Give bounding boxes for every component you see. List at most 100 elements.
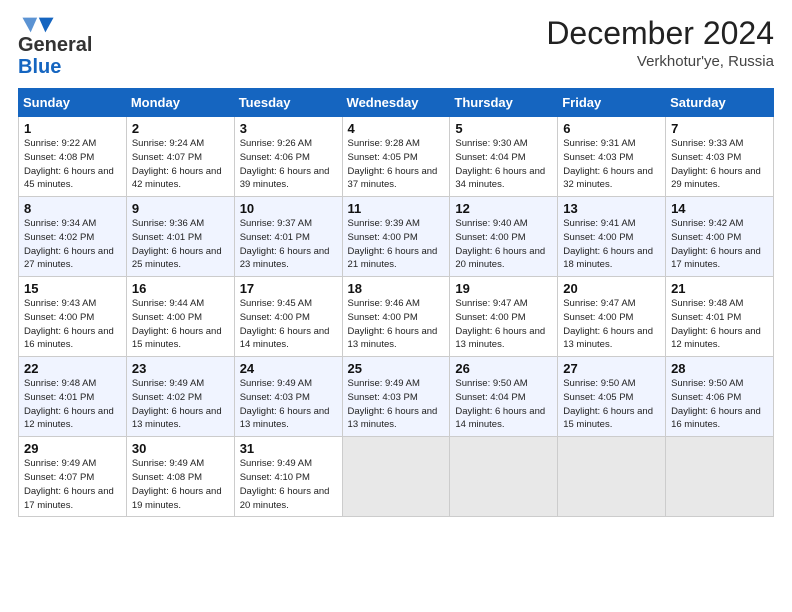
weekday-header-sunday: Sunday	[19, 89, 127, 117]
day-number: 6	[563, 121, 660, 136]
calendar-header: SundayMondayTuesdayWednesdayThursdayFrid…	[19, 89, 774, 117]
calendar-cell: 9Sunrise: 9:36 AMSunset: 4:01 PMDaylight…	[126, 197, 234, 277]
day-info: Sunrise: 9:49 AMSunset: 4:03 PMDaylight:…	[240, 377, 337, 432]
day-info: Sunrise: 9:49 AMSunset: 4:08 PMDaylight:…	[132, 457, 229, 512]
day-info: Sunrise: 9:50 AMSunset: 4:06 PMDaylight:…	[671, 377, 768, 432]
calendar-cell: 12Sunrise: 9:40 AMSunset: 4:00 PMDayligh…	[450, 197, 558, 277]
day-info: Sunrise: 9:40 AMSunset: 4:00 PMDaylight:…	[455, 217, 552, 272]
day-info: Sunrise: 9:49 AMSunset: 4:02 PMDaylight:…	[132, 377, 229, 432]
day-number: 1	[24, 121, 121, 136]
calendar-week-3: 15Sunrise: 9:43 AMSunset: 4:00 PMDayligh…	[19, 277, 774, 357]
day-number: 23	[132, 361, 229, 376]
day-number: 7	[671, 121, 768, 136]
day-number: 30	[132, 441, 229, 456]
location: Verkhotur'ye, Russia	[546, 53, 774, 70]
day-info: Sunrise: 9:22 AMSunset: 4:08 PMDaylight:…	[24, 137, 121, 192]
calendar-cell: 11Sunrise: 9:39 AMSunset: 4:00 PMDayligh…	[342, 197, 450, 277]
day-info: Sunrise: 9:31 AMSunset: 4:03 PMDaylight:…	[563, 137, 660, 192]
day-number: 25	[348, 361, 445, 376]
calendar-cell: 16Sunrise: 9:44 AMSunset: 4:00 PMDayligh…	[126, 277, 234, 357]
day-info: Sunrise: 9:28 AMSunset: 4:05 PMDaylight:…	[348, 137, 445, 192]
page: General Blue December 2024 Verkhotur'ye,…	[0, 0, 792, 612]
day-number: 20	[563, 281, 660, 296]
calendar-cell: 19Sunrise: 9:47 AMSunset: 4:00 PMDayligh…	[450, 277, 558, 357]
day-number: 2	[132, 121, 229, 136]
calendar-body: 1Sunrise: 9:22 AMSunset: 4:08 PMDaylight…	[19, 117, 774, 517]
day-info: Sunrise: 9:50 AMSunset: 4:04 PMDaylight:…	[455, 377, 552, 432]
calendar-cell: 25Sunrise: 9:49 AMSunset: 4:03 PMDayligh…	[342, 357, 450, 437]
calendar-cell: 17Sunrise: 9:45 AMSunset: 4:00 PMDayligh…	[234, 277, 342, 357]
weekday-row: SundayMondayTuesdayWednesdayThursdayFrid…	[19, 89, 774, 117]
calendar-cell: 24Sunrise: 9:49 AMSunset: 4:03 PMDayligh…	[234, 357, 342, 437]
calendar-cell: 30Sunrise: 9:49 AMSunset: 4:08 PMDayligh…	[126, 437, 234, 517]
calendar-cell: 28Sunrise: 9:50 AMSunset: 4:06 PMDayligh…	[666, 357, 774, 437]
weekday-header-thursday: Thursday	[450, 89, 558, 117]
day-number: 27	[563, 361, 660, 376]
day-info: Sunrise: 9:49 AMSunset: 4:03 PMDaylight:…	[348, 377, 445, 432]
day-info: Sunrise: 9:33 AMSunset: 4:03 PMDaylight:…	[671, 137, 768, 192]
calendar-cell: 10Sunrise: 9:37 AMSunset: 4:01 PMDayligh…	[234, 197, 342, 277]
calendar: SundayMondayTuesdayWednesdayThursdayFrid…	[18, 88, 774, 517]
calendar-cell: 21Sunrise: 9:48 AMSunset: 4:01 PMDayligh…	[666, 277, 774, 357]
day-number: 15	[24, 281, 121, 296]
calendar-cell: 27Sunrise: 9:50 AMSunset: 4:05 PMDayligh…	[558, 357, 666, 437]
day-number: 13	[563, 201, 660, 216]
day-info: Sunrise: 9:49 AMSunset: 4:07 PMDaylight:…	[24, 457, 121, 512]
calendar-cell: 20Sunrise: 9:47 AMSunset: 4:00 PMDayligh…	[558, 277, 666, 357]
day-number: 17	[240, 281, 337, 296]
title-block: December 2024 Verkhotur'ye, Russia	[546, 16, 774, 70]
day-info: Sunrise: 9:45 AMSunset: 4:00 PMDaylight:…	[240, 297, 337, 352]
day-info: Sunrise: 9:34 AMSunset: 4:02 PMDaylight:…	[24, 217, 121, 272]
day-number: 11	[348, 201, 445, 216]
header: General Blue December 2024 Verkhotur'ye,…	[18, 16, 774, 78]
month-title: December 2024	[546, 16, 774, 51]
calendar-cell: 8Sunrise: 9:34 AMSunset: 4:02 PMDaylight…	[19, 197, 127, 277]
day-info: Sunrise: 9:37 AMSunset: 4:01 PMDaylight:…	[240, 217, 337, 272]
weekday-header-friday: Friday	[558, 89, 666, 117]
day-number: 21	[671, 281, 768, 296]
calendar-week-1: 1Sunrise: 9:22 AMSunset: 4:08 PMDaylight…	[19, 117, 774, 197]
calendar-cell	[666, 437, 774, 517]
day-info: Sunrise: 9:46 AMSunset: 4:00 PMDaylight:…	[348, 297, 445, 352]
day-info: Sunrise: 9:30 AMSunset: 4:04 PMDaylight:…	[455, 137, 552, 192]
calendar-cell: 26Sunrise: 9:50 AMSunset: 4:04 PMDayligh…	[450, 357, 558, 437]
weekday-header-wednesday: Wednesday	[342, 89, 450, 117]
day-number: 12	[455, 201, 552, 216]
day-number: 18	[348, 281, 445, 296]
weekday-header-monday: Monday	[126, 89, 234, 117]
calendar-cell: 1Sunrise: 9:22 AMSunset: 4:08 PMDaylight…	[19, 117, 127, 197]
day-number: 22	[24, 361, 121, 376]
day-info: Sunrise: 9:47 AMSunset: 4:00 PMDaylight:…	[563, 297, 660, 352]
day-info: Sunrise: 9:26 AMSunset: 4:06 PMDaylight:…	[240, 137, 337, 192]
day-info: Sunrise: 9:39 AMSunset: 4:00 PMDaylight:…	[348, 217, 445, 272]
day-number: 16	[132, 281, 229, 296]
calendar-cell	[558, 437, 666, 517]
calendar-cell: 22Sunrise: 9:48 AMSunset: 4:01 PMDayligh…	[19, 357, 127, 437]
day-number: 14	[671, 201, 768, 216]
calendar-week-2: 8Sunrise: 9:34 AMSunset: 4:02 PMDaylight…	[19, 197, 774, 277]
calendar-cell: 5Sunrise: 9:30 AMSunset: 4:04 PMDaylight…	[450, 117, 558, 197]
logo-text: General Blue	[18, 34, 92, 78]
day-number: 8	[24, 201, 121, 216]
calendar-week-5: 29Sunrise: 9:49 AMSunset: 4:07 PMDayligh…	[19, 437, 774, 517]
day-info: Sunrise: 9:49 AMSunset: 4:10 PMDaylight:…	[240, 457, 337, 512]
day-info: Sunrise: 9:24 AMSunset: 4:07 PMDaylight:…	[132, 137, 229, 192]
calendar-cell: 2Sunrise: 9:24 AMSunset: 4:07 PMDaylight…	[126, 117, 234, 197]
weekday-header-saturday: Saturday	[666, 89, 774, 117]
day-number: 4	[348, 121, 445, 136]
calendar-cell: 7Sunrise: 9:33 AMSunset: 4:03 PMDaylight…	[666, 117, 774, 197]
calendar-cell: 23Sunrise: 9:49 AMSunset: 4:02 PMDayligh…	[126, 357, 234, 437]
calendar-cell: 29Sunrise: 9:49 AMSunset: 4:07 PMDayligh…	[19, 437, 127, 517]
day-number: 3	[240, 121, 337, 136]
day-number: 5	[455, 121, 552, 136]
calendar-cell: 6Sunrise: 9:31 AMSunset: 4:03 PMDaylight…	[558, 117, 666, 197]
day-info: Sunrise: 9:43 AMSunset: 4:00 PMDaylight:…	[24, 297, 121, 352]
calendar-cell: 4Sunrise: 9:28 AMSunset: 4:05 PMDaylight…	[342, 117, 450, 197]
calendar-week-4: 22Sunrise: 9:48 AMSunset: 4:01 PMDayligh…	[19, 357, 774, 437]
calendar-cell: 14Sunrise: 9:42 AMSunset: 4:00 PMDayligh…	[666, 197, 774, 277]
day-number: 26	[455, 361, 552, 376]
day-number: 28	[671, 361, 768, 376]
day-info: Sunrise: 9:50 AMSunset: 4:05 PMDaylight:…	[563, 377, 660, 432]
day-number: 9	[132, 201, 229, 216]
calendar-cell: 18Sunrise: 9:46 AMSunset: 4:00 PMDayligh…	[342, 277, 450, 357]
